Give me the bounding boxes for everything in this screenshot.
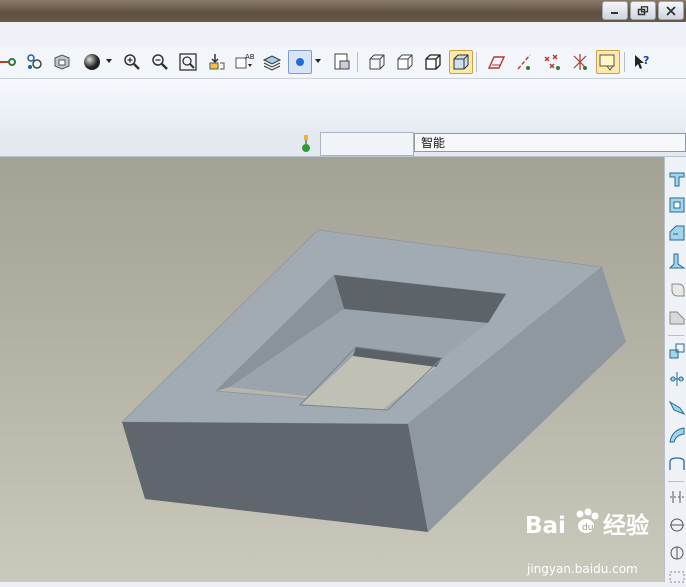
ribbon-area — [0, 79, 686, 131]
hole-icon[interactable] — [667, 195, 686, 215]
minimize-icon[interactable] — [602, 1, 628, 20]
wireframe-icon[interactable] — [365, 50, 389, 74]
appearance-dropdown-icon[interactable] — [105, 50, 113, 72]
select-filter-icon[interactable] — [596, 50, 620, 74]
toolbar-separator — [668, 481, 684, 482]
view-manager-icon[interactable] — [50, 50, 74, 74]
more-tools-icon[interactable] — [667, 567, 686, 587]
mirror-icon[interactable] — [667, 397, 686, 417]
regen-status-icon[interactable] — [292, 132, 320, 156]
window-title-bar — [0, 0, 686, 22]
menu-bar — [0, 22, 686, 47]
reorient-icon[interactable] — [204, 50, 228, 74]
draft-icon[interactable] — [667, 279, 686, 299]
round-icon[interactable] — [667, 307, 686, 327]
no-hidden-icon[interactable] — [421, 50, 445, 74]
feature-toolbar — [664, 157, 686, 583]
hidden-line-icon[interactable] — [393, 50, 417, 74]
blend-icon[interactable] — [667, 425, 686, 445]
status-bar: 智能 — [0, 131, 686, 157]
watermark-brand: Bai — [525, 513, 566, 539]
datum-plane-icon[interactable] — [667, 487, 686, 507]
svg-text:?: ? — [643, 54, 649, 67]
appearance-gallery-icon[interactable] — [80, 50, 104, 74]
shading-icon[interactable] — [449, 50, 473, 74]
svg-text:du: du — [582, 523, 593, 533]
shell-icon[interactable] — [667, 223, 686, 243]
close-icon[interactable] — [658, 1, 684, 20]
toolbar-separator — [668, 335, 684, 336]
pattern-icon[interactable] — [667, 369, 686, 389]
sweep-icon[interactable] — [667, 453, 686, 473]
spin-center-icon[interactable] — [22, 50, 46, 74]
toolbar-separator — [624, 52, 625, 72]
watermark-brand-cn: 经验 — [603, 512, 649, 539]
rib-icon[interactable] — [667, 251, 686, 271]
datum-display-icon[interactable] — [0, 50, 20, 74]
toolbar-separator — [357, 52, 358, 72]
datum-axis-icon[interactable] — [667, 515, 686, 535]
restore-icon[interactable] — [630, 1, 656, 20]
selection-filter-dropdown[interactable]: 智能 — [414, 133, 686, 152]
annotations-icon[interactable] — [330, 50, 354, 74]
extrude-icon[interactable] — [667, 169, 686, 189]
layers-icon[interactable] — [260, 50, 284, 74]
chamfer-icon[interactable] — [667, 341, 686, 361]
main-toolbar: AB ? — [0, 46, 686, 79]
status-message-field — [320, 132, 414, 156]
coordinate-systems-icon[interactable] — [568, 50, 592, 74]
baidu-paw-logo: du — [576, 508, 599, 533]
saved-views-icon[interactable]: AB — [232, 50, 256, 74]
datum-planes-icon[interactable] — [484, 50, 508, 74]
display-style-icon[interactable] — [288, 50, 312, 74]
window-controls — [600, 0, 686, 21]
selection-filter-value: 智能 — [421, 136, 446, 150]
baidu-jingyan-watermark: Bai du 经验 jingyan.baidu.com — [525, 508, 649, 576]
watermark-url: jingyan.baidu.com — [526, 562, 638, 576]
display-style-dropdown-icon[interactable] — [314, 50, 322, 72]
context-help-icon[interactable]: ? — [630, 50, 654, 74]
datum-points-icon[interactable] — [540, 50, 564, 74]
toolbar-separator — [476, 52, 477, 72]
refit-icon[interactable] — [176, 50, 200, 74]
zoom-in-icon[interactable] — [120, 50, 144, 74]
zoom-out-icon[interactable] — [148, 50, 172, 74]
datum-point-icon[interactable] — [667, 543, 686, 563]
model-front-face — [122, 422, 428, 532]
svg-text:AB: AB — [245, 53, 254, 61]
datum-axes-icon[interactable] — [512, 50, 536, 74]
